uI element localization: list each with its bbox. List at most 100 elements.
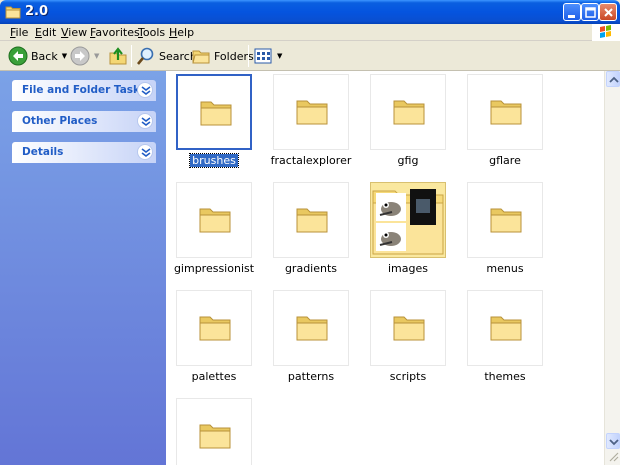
scroll-down-button[interactable] [606, 433, 620, 449]
folder-name: gradients [284, 262, 338, 275]
up-folder-button[interactable] [108, 45, 128, 67]
close-button[interactable] [599, 3, 617, 21]
folder-tile[interactable] [273, 290, 349, 366]
chevron-down-icon[interactable] [137, 113, 153, 129]
folder-tile[interactable] [273, 182, 349, 258]
toolbar-separator [131, 45, 132, 67]
scroll-up-button[interactable] [606, 71, 620, 87]
folder-label[interactable]: brushes [164, 153, 264, 168]
menu-tools[interactable]: Tools [138, 26, 165, 39]
folder-label[interactable]: images [358, 262, 458, 275]
folder-tile[interactable] [176, 290, 252, 366]
forward-dropdown-icon[interactable]: ▼ [94, 52, 99, 60]
folder-label[interactable]: scripts [358, 370, 458, 383]
menu-edit[interactable]: Edit [35, 26, 56, 39]
maximize-button[interactable] [581, 3, 599, 21]
folder-icon [199, 421, 231, 452]
folder-label[interactable]: palettes [164, 370, 264, 383]
maximize-icon [585, 7, 596, 18]
task-section-other-places[interactable]: Other Places [12, 111, 156, 132]
resize-grip-icon[interactable] [607, 450, 619, 465]
folder-tile[interactable] [176, 182, 252, 258]
forward-button[interactable]: ▼ [70, 45, 99, 67]
back-button[interactable]: Back ▼ [8, 45, 67, 67]
toolbar-separator [248, 45, 249, 67]
folder-label[interactable]: menus [455, 262, 555, 275]
folder-tile[interactable] [370, 74, 446, 150]
task-section-details[interactable]: Details [12, 142, 156, 163]
folder-icon [199, 313, 231, 344]
folder-label[interactable]: fractalexplorer [261, 154, 361, 167]
folder-tile[interactable] [176, 74, 252, 150]
menu-help[interactable]: Help [169, 26, 194, 39]
toolbar: Back ▼ ▼ Search Folders ▼ [0, 41, 620, 71]
task-section-file-and-folder-tasks[interactable]: File and Folder Tasks [12, 80, 156, 101]
folder-icon [296, 313, 328, 344]
folder-icon [490, 313, 522, 344]
folder-icon [199, 205, 231, 236]
menu-view[interactable]: View [61, 26, 87, 39]
folder-icon [393, 313, 425, 344]
close-icon [604, 8, 613, 17]
search-button[interactable]: Search [136, 45, 197, 67]
folder-name: fractalexplorer [270, 154, 352, 167]
folder-tile[interactable] [370, 290, 446, 366]
menu-file[interactable]: File [10, 26, 28, 39]
folder-name: gfig [397, 154, 419, 167]
folder-name: images [388, 262, 428, 275]
folder-name: scripts [389, 370, 427, 383]
image-thumbnail-folder-icon [372, 185, 444, 258]
up-folder-icon [109, 47, 127, 65]
folder-label[interactable]: patterns [261, 370, 361, 383]
back-dropdown-icon[interactable]: ▼ [62, 52, 67, 60]
folder-label[interactable]: gradients [261, 262, 361, 275]
search-icon [137, 47, 154, 65]
back-arrow-icon [8, 46, 28, 66]
folder-name: gflare [489, 154, 521, 167]
menu-favorites[interactable]: Favorites [90, 26, 140, 39]
views-icon [254, 48, 272, 64]
folder-label[interactable]: themes [455, 370, 555, 383]
folder-icon [490, 97, 522, 128]
arrow-down-icon [609, 439, 619, 446]
menu-bar: File Edit View Favorites Tools Help [0, 24, 620, 41]
vertical-scrollbar[interactable] [604, 71, 620, 465]
folder-name: brushes [189, 153, 239, 168]
folder-icon [5, 5, 21, 22]
views-dropdown-icon[interactable]: ▼ [277, 52, 282, 60]
folder-tile[interactable] [467, 74, 543, 150]
chevron-down-icon[interactable] [137, 144, 153, 160]
chevron-down-icon[interactable] [137, 82, 153, 98]
window-title: 2.0 [25, 4, 49, 19]
folder-name: themes [484, 370, 526, 383]
folder-name: palettes [191, 370, 237, 383]
folders-icon [192, 50, 210, 64]
folder-icon [490, 205, 522, 236]
title-bar[interactable]: 2.0 [0, 0, 620, 24]
folder-icon [393, 97, 425, 128]
folder-label[interactable]: gimpressionist [164, 262, 264, 275]
task-section-label: Details [22, 146, 64, 158]
folder-icon [296, 205, 328, 236]
minimize-icon [568, 15, 575, 18]
task-section-label: Other Places [22, 115, 98, 127]
task-pane: File and Folder Tasks Other Places Detai… [0, 71, 166, 465]
views-button[interactable]: ▼ [253, 45, 282, 67]
folder-tile[interactable] [176, 398, 252, 465]
folders-button[interactable]: Folders [191, 45, 254, 67]
folder-tile[interactable] [467, 182, 543, 258]
folder-label[interactable]: gflare [455, 154, 555, 167]
folder-name: menus [486, 262, 524, 275]
task-section-label: File and Folder Tasks [22, 84, 147, 96]
forward-arrow-icon [70, 46, 90, 66]
folder-icon [200, 98, 232, 129]
folder-label[interactable]: gfig [358, 154, 458, 167]
folder-tile[interactable] [273, 74, 349, 150]
folder-tile[interactable] [467, 290, 543, 366]
windows-logo-icon [592, 24, 620, 41]
folder-view[interactable]: brushes fractalexplorer gfig gflare gimpress… [166, 71, 604, 465]
folder-icon [296, 97, 328, 128]
folder-tile[interactable] [370, 182, 446, 258]
minimize-button[interactable] [563, 3, 581, 21]
arrow-up-icon [609, 76, 619, 83]
